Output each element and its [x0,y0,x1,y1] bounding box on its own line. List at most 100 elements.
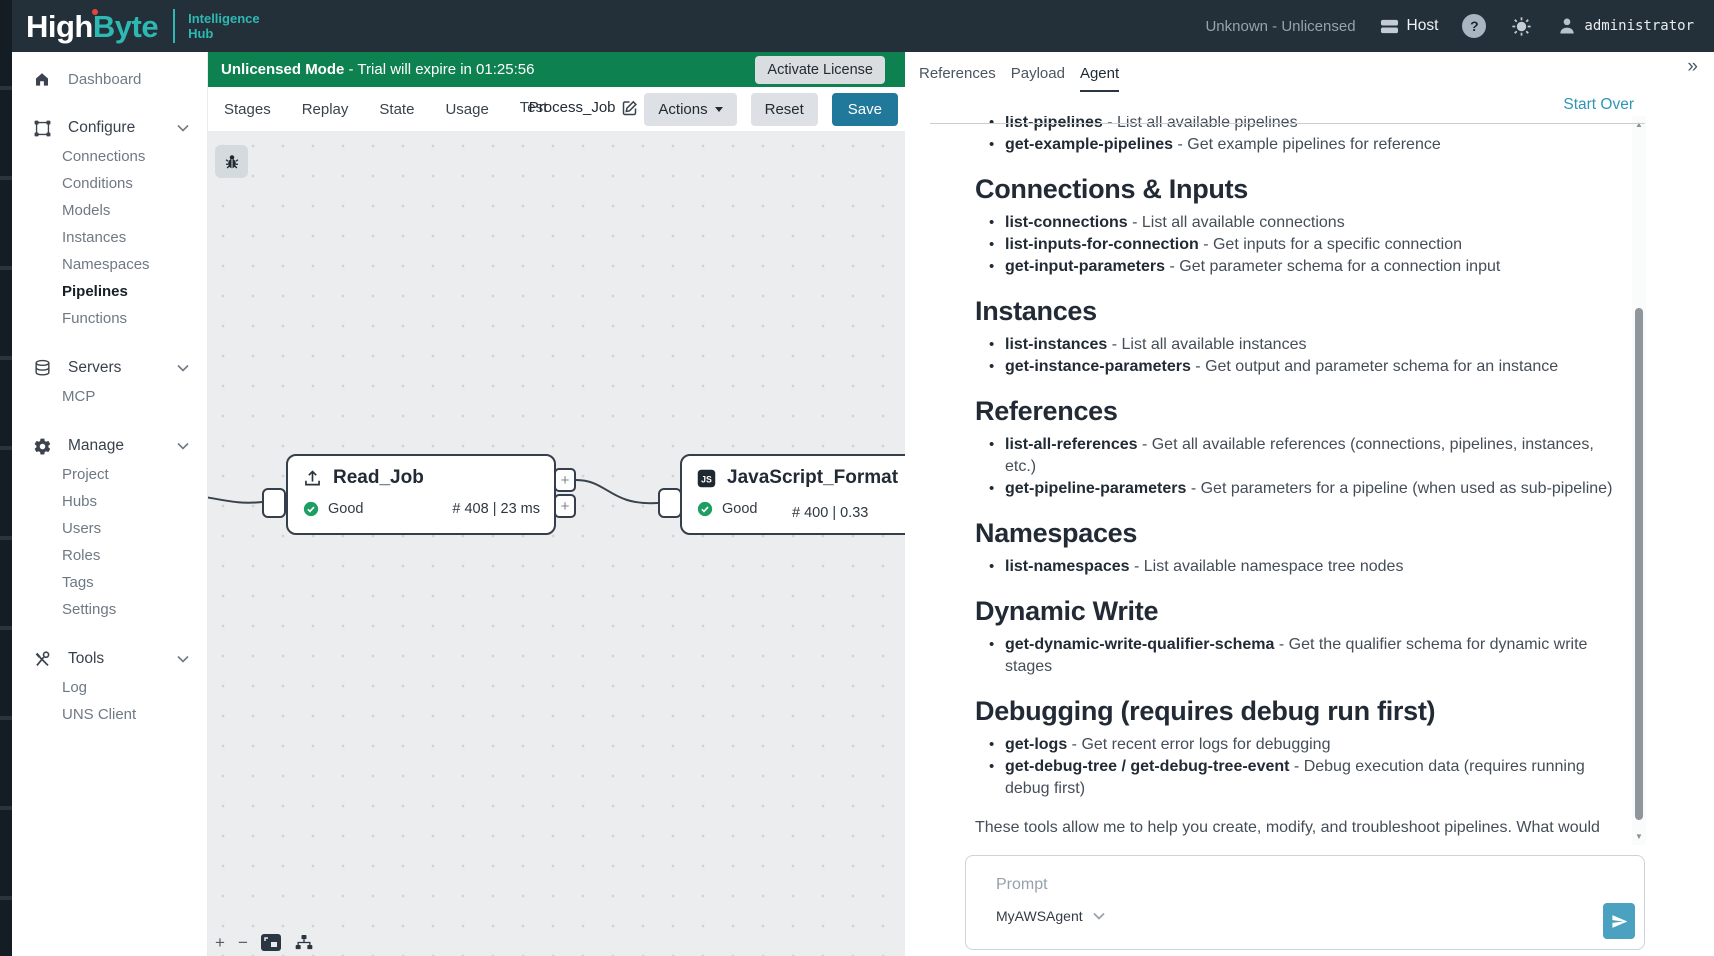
agent-name: MyAWSAgent [996,908,1083,924]
host-menu[interactable]: Host [1380,17,1439,36]
tools-icon [32,649,52,669]
sidebar-item-project[interactable]: Project [12,461,207,488]
tab-agent[interactable]: Agent [1080,65,1119,92]
zoom-in-button[interactable]: + [215,934,225,951]
chat-section-heading: Debugging (requires debug run first) [975,694,1614,728]
reset-button[interactable]: Reset [751,93,818,126]
start-over-link[interactable]: Start Over [1563,96,1634,114]
sidebar-item-connections[interactable]: Connections [12,143,207,170]
chat-section-heading: Namespaces [975,516,1614,550]
caret-down-icon [715,107,723,112]
sidebar-item-pipelines[interactable]: Pipelines [12,278,207,305]
send-prompt-button[interactable] [1603,903,1635,939]
add-stage-connector-top[interactable]: + [554,468,576,492]
sidebar-group-servers[interactable]: Servers [12,353,207,383]
sidebar-group-configure[interactable]: Configure [12,113,207,143]
tool-list: get-logs - Get recent error logs for deb… [975,734,1614,800]
window-edge-strip [0,0,12,956]
top-header: HighByte Intelligence Hub Unknown - Unli… [0,0,1714,52]
status-text: Good [722,501,757,517]
tool-list-item: get-dynamic-write-qualifier-schema - Get… [1005,634,1614,678]
fit-view-icon[interactable] [261,934,281,951]
tab-usage[interactable]: Usage [445,101,488,118]
help-icon[interactable]: ? [1462,14,1486,38]
actions-dropdown-button[interactable]: Actions [644,93,736,126]
chat-scrollbar[interactable]: ▲ ▼ [1632,116,1646,845]
app-window: HighByte Intelligence Hub Unknown - Unli… [0,0,1714,956]
banner-message: Unlicensed Mode - Trial will expire in 0… [221,61,534,78]
read-stage-icon [302,468,323,489]
tab-references[interactable]: References [919,65,996,90]
stage-stats: # 408 | 23 ms [452,501,540,517]
brand-byte: Byte [93,9,158,44]
sidebar-item-functions[interactable]: Functions [12,305,207,332]
edit-pencil-icon[interactable] [622,100,638,121]
sidebar-item-uns-client[interactable]: UNS Client [12,701,207,728]
tool-list: list-namespaces - List available namespa… [975,556,1614,578]
sidebar-item-roles[interactable]: Roles [12,542,207,569]
tool-name: get-instance-parameters [1005,358,1191,375]
zoom-out-button[interactable]: − [238,934,248,951]
debug-run-button[interactable] [215,145,248,178]
tool-list-item: get-logs - Get recent error logs for deb… [1005,734,1614,756]
tool-list-item: get-instance-parameters - Get output and… [1005,356,1614,378]
sidebar-item-dashboard[interactable]: Dashboard [12,66,207,92]
scrollbar-thumb[interactable] [1635,308,1643,820]
tool-name: list-inputs-for-connection [1005,236,1199,253]
host-label: Host [1407,17,1439,35]
scroll-up-arrow[interactable]: ▲ [1632,120,1646,129]
javascript-stage-icon: JS [696,468,717,489]
agent-selector[interactable]: MyAWSAgent [996,908,1644,924]
tool-list-item: get-pipeline-parameters - Get parameters… [1005,478,1614,500]
tab-replay[interactable]: Replay [302,101,349,118]
save-button[interactable]: Save [832,93,898,126]
sidebar-item-instances[interactable]: Instances [12,224,207,251]
brand-divider [173,9,175,43]
auto-layout-icon[interactable] [294,934,314,951]
sidebar-item-models[interactable]: Models [12,197,207,224]
sidebar-item-users[interactable]: Users [12,515,207,542]
activate-license-button[interactable]: Activate License [755,56,885,84]
sidebar-item-log[interactable]: Log [12,674,207,701]
sidebar-item-label: Dashboard [68,71,141,88]
collapse-panel-icon[interactable]: » [1687,56,1698,78]
input-connector-javascript-format[interactable] [658,488,682,518]
prompt-placeholder: Prompt [996,876,1644,894]
sidebar-item-namespaces[interactable]: Namespaces [12,251,207,278]
sidebar-group-manage[interactable]: Manage [12,431,207,461]
tab-state[interactable]: State [379,101,414,118]
svg-text:JS: JS [701,474,712,484]
sidebar-item-tags[interactable]: Tags [12,569,207,596]
sidebar-item-conditions[interactable]: Conditions [12,170,207,197]
sidebar-item-mcp[interactable]: MCP [12,383,207,410]
prompt-input-box[interactable]: Prompt MyAWSAgent [965,855,1645,950]
home-icon [32,69,52,89]
tool-list-item: list-instances - List all available inst… [1005,334,1614,356]
stage-node-javascript-format[interactable]: JS JavaScript_Format Good # 400 | 0.33 [680,454,905,535]
user-menu[interactable]: administrator [1557,16,1694,36]
chevron-down-icon [177,119,189,137]
sidebar-item-hubs[interactable]: Hubs [12,488,207,515]
sidebar-group-label: Tools [68,650,104,668]
stage-name: Read_Job [333,467,424,489]
add-stage-connector-bottom[interactable]: + [554,494,576,518]
input-connector-read-job[interactable] [262,488,286,518]
tab-payload[interactable]: Payload [1011,65,1065,90]
tool-name: get-dynamic-write-qualifier-schema [1005,636,1274,653]
sidebar-group-tools[interactable]: Tools [12,644,207,674]
chat-section-heading: Dynamic Write [975,594,1614,628]
stage-node-read-job[interactable]: Read_Job Good # 408 | 23 ms [286,454,556,535]
unlicensed-banner: Unlicensed Mode - Trial will expire in 0… [208,52,905,87]
chat-closing-message: These tools allow me to help you create,… [975,816,1614,837]
sidebar-item-settings[interactable]: Settings [12,596,207,623]
tab-stages[interactable]: Stages [224,101,271,118]
pipeline-canvas[interactable]: Read_Job Good # 408 | 23 ms + + JS JavaS… [208,131,905,956]
theme-sun-icon[interactable] [1510,15,1533,38]
scroll-down-arrow[interactable]: ▼ [1632,832,1646,841]
tab-test-pipeline-name[interactable]: Test Process_Job [520,99,635,119]
sidebar-nav: Dashboard ConfigureConnectionsConditions… [12,52,208,956]
gear-icon [32,436,52,456]
tool-list-item: get-input-parameters - Get parameter sch… [1005,256,1614,278]
status-good-icon [696,500,714,518]
pipeline-toolbar: Stages Replay State Usage Test Process_J… [208,87,905,131]
